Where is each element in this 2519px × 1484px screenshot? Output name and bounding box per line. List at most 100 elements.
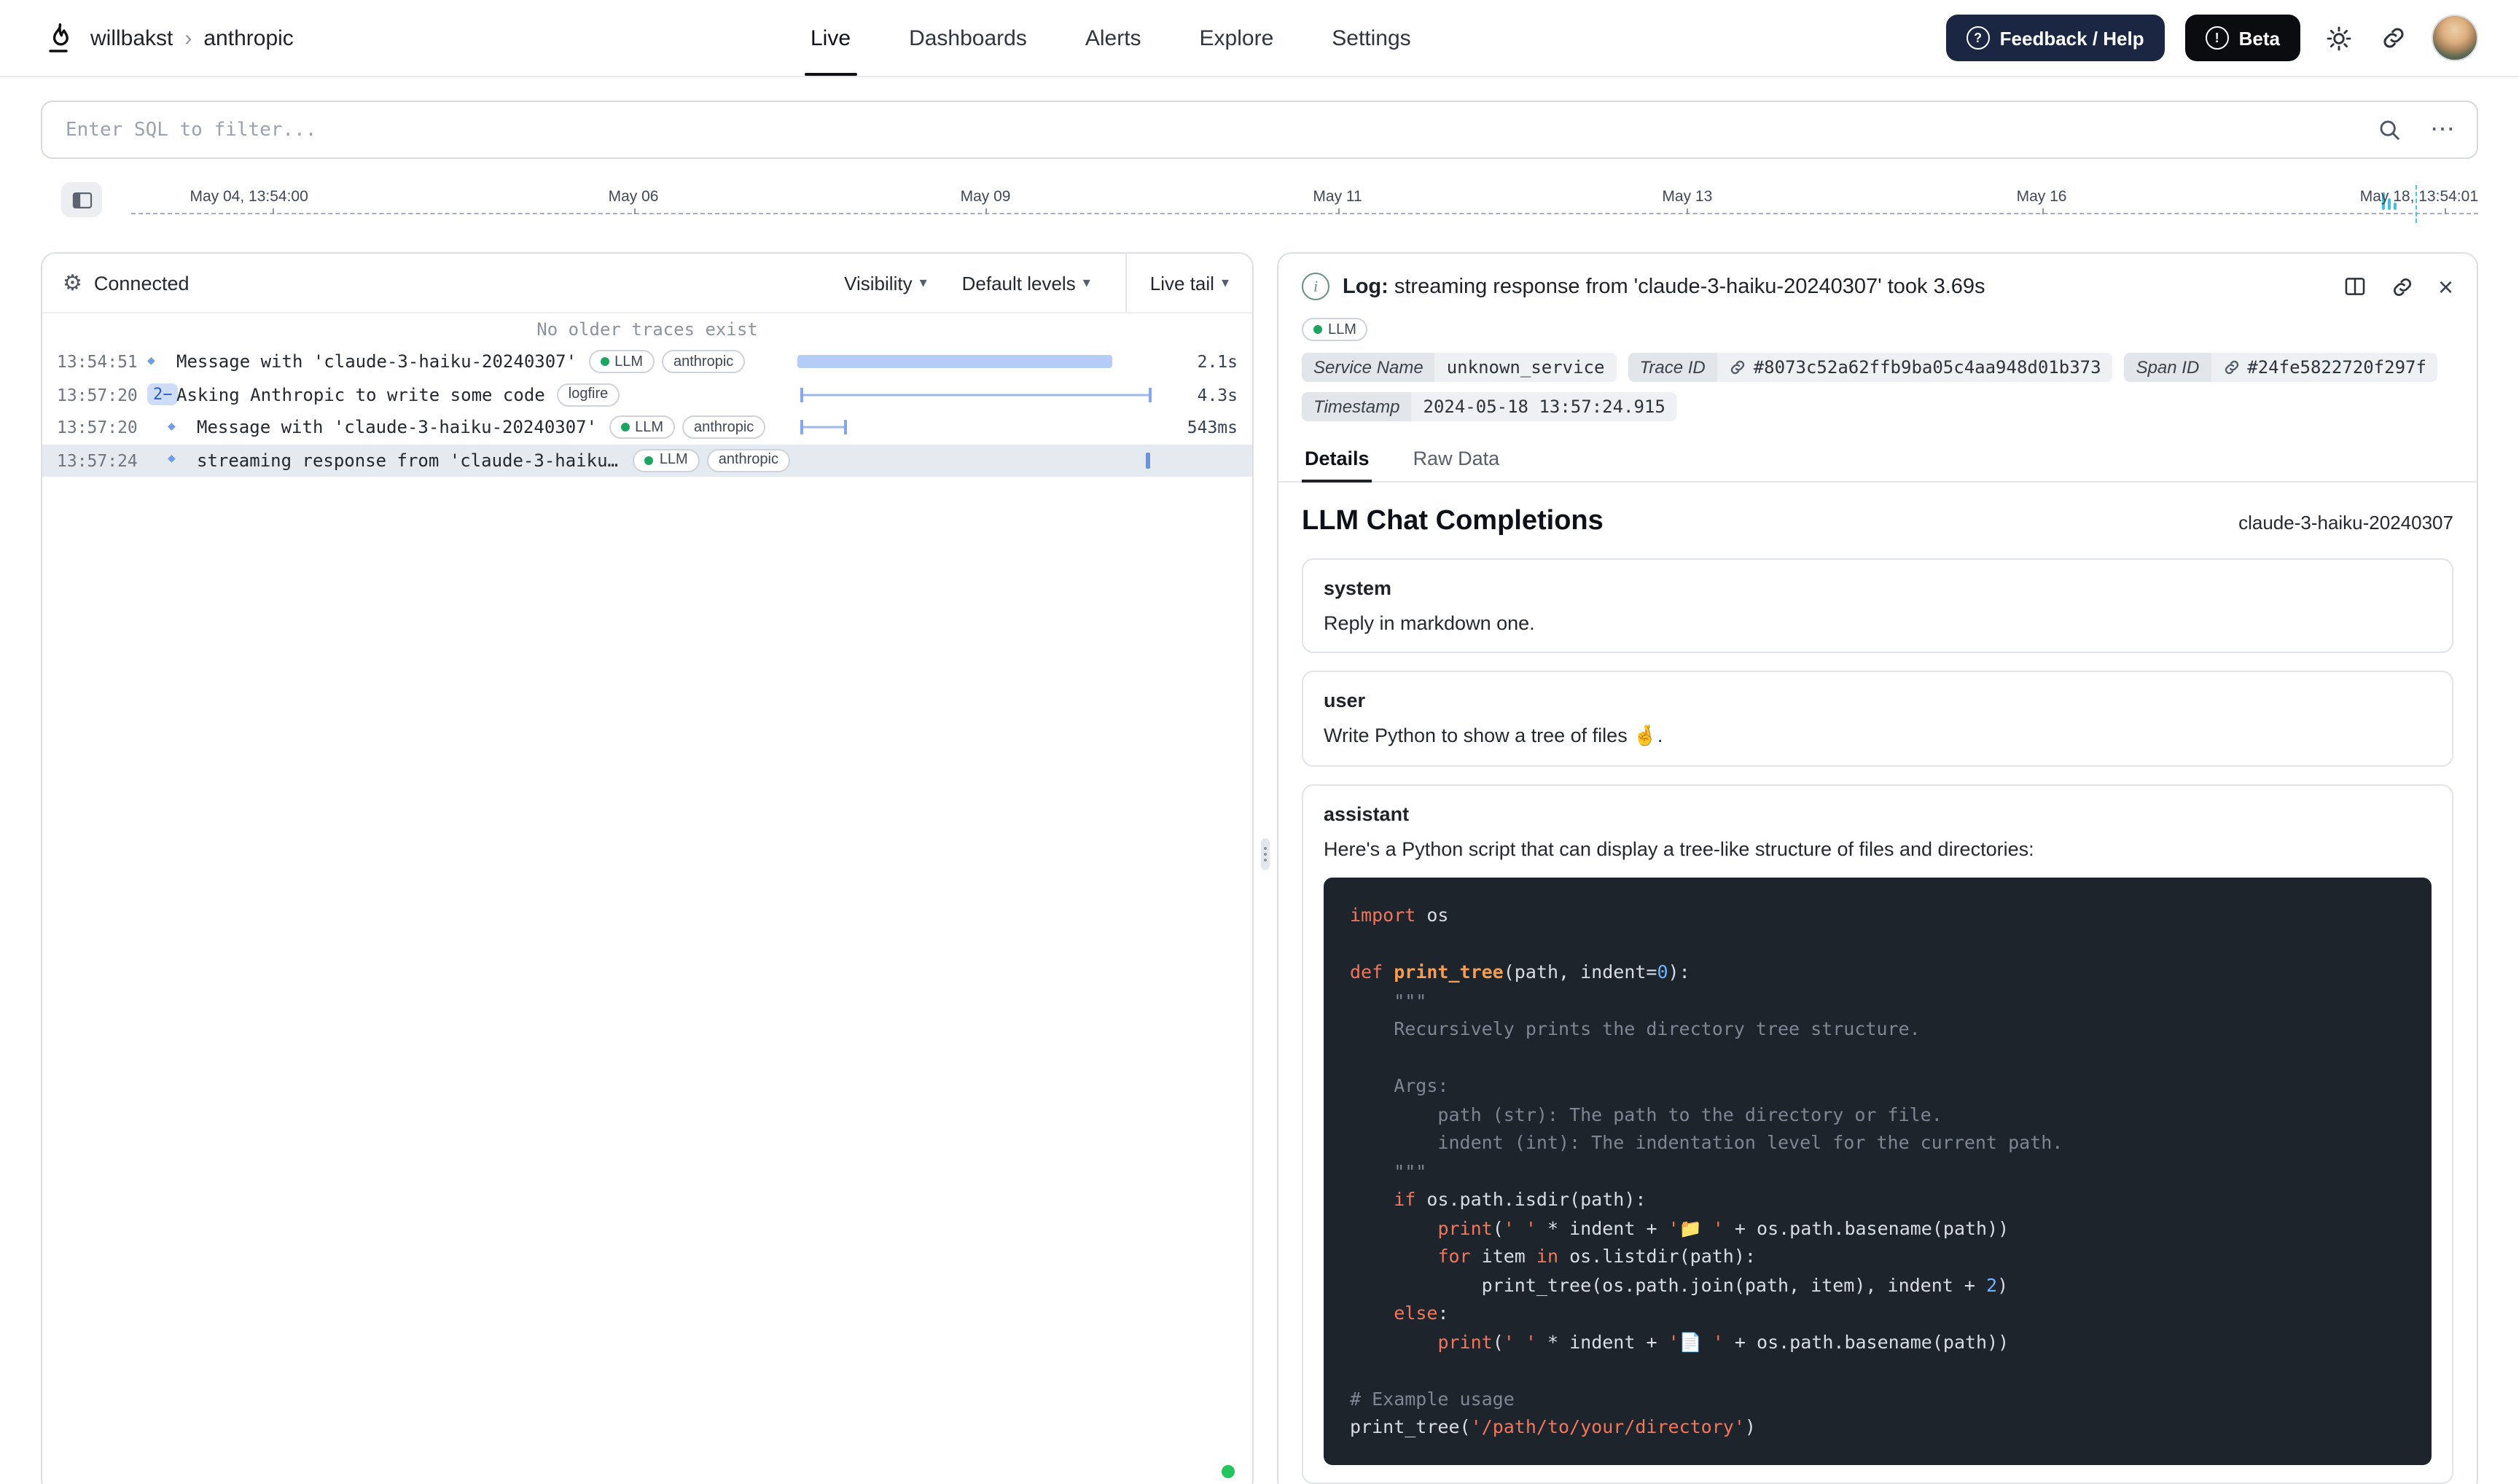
attribute-label: Timestamp bbox=[1302, 392, 1412, 421]
tab-alerts[interactable]: Alerts bbox=[1085, 0, 1141, 76]
sidebar-toggle-icon[interactable] bbox=[61, 182, 102, 217]
message-text: Reply in markdown one. bbox=[1324, 612, 2432, 634]
timeline-tick bbox=[985, 208, 987, 214]
link-icon bbox=[1729, 359, 1746, 376]
tab-settings[interactable]: Settings bbox=[1332, 0, 1410, 76]
attribute-label: Trace ID bbox=[1628, 353, 1717, 382]
default-levels-label: Default levels bbox=[962, 272, 1076, 294]
timeline-tick bbox=[272, 208, 273, 214]
timeline-date-label: May 18, 13:54:01 bbox=[2360, 188, 2478, 206]
trace-row[interactable]: 13:57:202−Asking Anthropic to write some… bbox=[42, 378, 1252, 411]
collapse-toggle[interactable]: 2− bbox=[147, 384, 179, 406]
duration-bar bbox=[797, 352, 1156, 372]
message-role: user bbox=[1324, 690, 2432, 711]
span-start-time: 13:57:20 bbox=[57, 418, 147, 438]
detail-tab-details[interactable]: Details bbox=[1302, 436, 1372, 481]
tag-badge: anthropic bbox=[682, 416, 765, 440]
trace-row[interactable]: 13:57:20◆Message with 'claude-3-haiku-20… bbox=[42, 411, 1252, 444]
message-role: assistant bbox=[1324, 803, 2432, 825]
chevron-down-icon: ▾ bbox=[1083, 275, 1090, 291]
app: willbakst › anthropic Live Dashboards Aler… bbox=[0, 0, 2519, 1484]
trace-row[interactable]: 13:54:51◆Message with 'claude-3-haiku-20… bbox=[42, 345, 1252, 378]
copy-link-icon[interactable] bbox=[2390, 273, 2416, 300]
chevron-down-icon: ▾ bbox=[1222, 275, 1229, 291]
detail-title: Log: streaming response from 'claude-3-h… bbox=[1343, 275, 1985, 298]
default-levels-dropdown[interactable]: Default levels ▾ bbox=[962, 272, 1090, 294]
attribute-row: Timestamp2024-05-18 13:57:24.915 bbox=[1302, 392, 2453, 421]
breadcrumb-org[interactable]: willbakst bbox=[90, 26, 173, 50]
span-kind-icon: ◆ bbox=[168, 454, 176, 467]
attribute-label: Service Name bbox=[1302, 353, 1435, 382]
detail-tab-raw-data[interactable]: Raw Data bbox=[1410, 436, 1503, 481]
open-in-panel-icon[interactable] bbox=[2342, 273, 2368, 300]
green-dot-icon bbox=[645, 456, 654, 465]
timeline-tick bbox=[1337, 208, 1339, 214]
theme-toggle-sun-icon[interactable] bbox=[2321, 20, 2356, 55]
message-card-user: user Write Python to show a tree of file… bbox=[1302, 671, 2453, 767]
tab-live[interactable]: Live bbox=[811, 0, 851, 76]
question-icon: ? bbox=[1967, 26, 1990, 50]
breadcrumb: willbakst › anthropic bbox=[90, 26, 294, 50]
traces-panel: ⚙ Connected Visibility ▾ Default levels … bbox=[41, 252, 1254, 1484]
timeline-labels: May 04, 13:54:00May 06May 09May 11May 13… bbox=[131, 176, 2478, 235]
span-start-time: 13:57:24 bbox=[57, 450, 147, 471]
timeline-date-label: May 13 bbox=[1662, 188, 1712, 206]
breadcrumb-separator: › bbox=[184, 26, 192, 50]
span-icon-cell: 2− bbox=[147, 384, 173, 406]
more-options-icon[interactable]: ⋯ bbox=[2430, 115, 2456, 144]
duration-bar bbox=[797, 418, 1156, 438]
code-block: import os def print_tree(path, indent=0)… bbox=[1324, 878, 2432, 1464]
model-name: claude-3-haiku-20240307 bbox=[2238, 512, 2453, 534]
share-link-icon[interactable] bbox=[2376, 20, 2411, 55]
tag-badge: LLM bbox=[609, 416, 675, 440]
traces-controls: Visibility ▾ Default levels ▾ Live tail … bbox=[844, 254, 1252, 312]
close-icon[interactable]: × bbox=[2438, 273, 2453, 300]
panel-resize-handle[interactable] bbox=[1261, 838, 1270, 870]
timeline-tick bbox=[2042, 208, 2043, 214]
timeline-date-label: May 06 bbox=[609, 188, 659, 206]
span-icon-cell: ◆ bbox=[168, 454, 194, 467]
tab-dashboards[interactable]: Dashboards bbox=[909, 0, 1027, 76]
detail-header-actions: × bbox=[2342, 273, 2453, 300]
navbar-actions: ? Feedback / Help ! Beta bbox=[1946, 15, 2478, 61]
duration-label: 2.1s bbox=[1168, 352, 1238, 372]
breadcrumb-project[interactable]: anthropic bbox=[203, 26, 293, 50]
live-indicator-dot bbox=[1222, 1465, 1235, 1478]
user-avatar[interactable] bbox=[2432, 15, 2478, 61]
duration-bar bbox=[797, 385, 1156, 405]
duration-bar bbox=[797, 450, 1156, 471]
trace-row[interactable]: 13:57:24◆streaming response from 'claude… bbox=[42, 444, 1252, 477]
detail-header: i Log: streaming response from 'claude-3… bbox=[1278, 254, 2477, 312]
feedback-help-button[interactable]: ? Feedback / Help bbox=[1946, 15, 2165, 61]
panel-gap bbox=[1254, 252, 1277, 1484]
message-text: Here's a Python script that can display … bbox=[1324, 838, 2432, 860]
live-tail-dropdown[interactable]: Live tail ▾ bbox=[1127, 254, 1252, 312]
tag-badge: LLM bbox=[633, 449, 700, 472]
tag-badge: anthropic bbox=[662, 351, 745, 374]
span-icon-cell: ◆ bbox=[168, 421, 194, 434]
settings-gear-icon[interactable]: ⚙ bbox=[63, 270, 82, 296]
attribute: Service Nameunknown_service bbox=[1302, 353, 1616, 382]
sql-filter-bar: ⋯ bbox=[41, 101, 2478, 159]
search-icon[interactable] bbox=[2372, 112, 2407, 147]
traces-panel-header: ⚙ Connected Visibility ▾ Default levels … bbox=[42, 254, 1252, 313]
attribute-value: #24fe5822720f297f bbox=[2211, 353, 2438, 382]
sql-filter-input[interactable] bbox=[63, 117, 2348, 142]
green-dot-icon bbox=[1313, 325, 1322, 334]
detail-tabs: Details Raw Data bbox=[1278, 436, 2477, 483]
message-role: system bbox=[1324, 577, 2432, 599]
timeline-date-label: May 09 bbox=[961, 188, 1011, 206]
logfire-logo-icon[interactable] bbox=[41, 20, 76, 55]
tab-explore[interactable]: Explore bbox=[1200, 0, 1274, 76]
chevron-down-icon: ▾ bbox=[920, 275, 927, 291]
beta-button[interactable]: ! Beta bbox=[2185, 15, 2300, 61]
span-name: Asking Anthropic to write some code bbox=[176, 385, 545, 405]
span-detail-panel: i Log: streaming response from 'claude-3… bbox=[1277, 252, 2478, 1484]
section-header: LLM Chat Completions claude-3-haiku-2024… bbox=[1278, 483, 2477, 547]
timeline: May 04, 13:54:00May 06May 09May 11May 13… bbox=[41, 176, 2478, 235]
visibility-dropdown[interactable]: Visibility ▾ bbox=[844, 272, 927, 294]
duration-bar-fill bbox=[797, 356, 1113, 369]
timeline-tick bbox=[633, 208, 635, 214]
llm-tag-label: LLM bbox=[1328, 321, 1356, 337]
llm-tag-badge: LLM bbox=[1302, 318, 1368, 341]
